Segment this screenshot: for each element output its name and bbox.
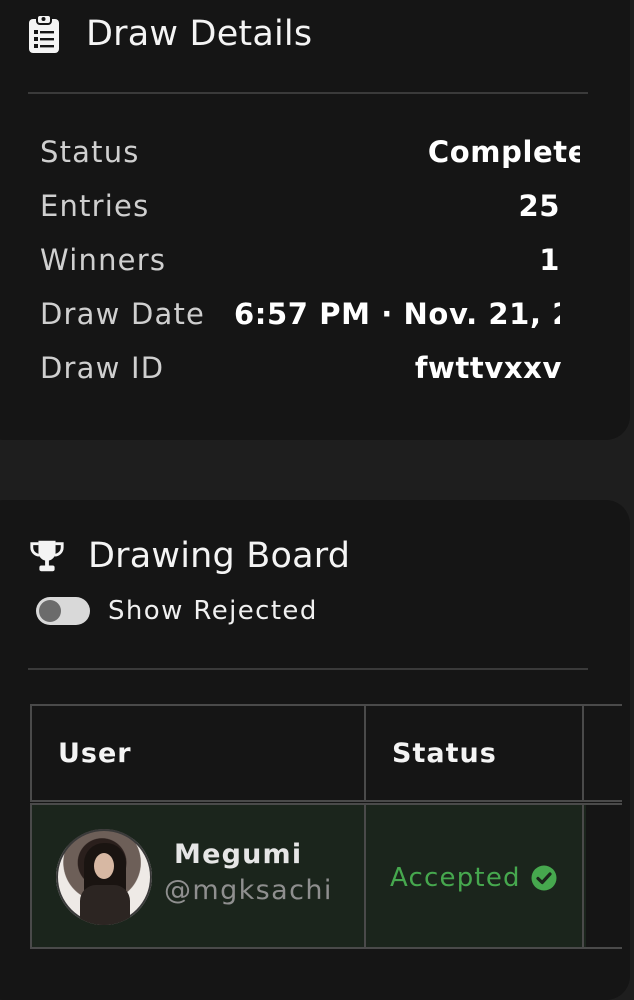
detail-value-clip: Complete [380, 131, 580, 177]
detail-value-clip: 6:57 PM · Nov. 21, 2024 [234, 293, 560, 339]
detail-row-status: Status Complete [40, 135, 580, 175]
detail-row-draw-id: Draw ID fwttvxxv [40, 351, 580, 391]
table-header-row: User Status [30, 704, 622, 802]
draw-details-card: Draw Details Status Complete Entries 25 … [0, 0, 630, 440]
check-circle-icon [531, 865, 557, 891]
column-header-user: User [58, 738, 132, 769]
drawing-board-title: Drawing Board [88, 536, 351, 576]
avatar-face [94, 853, 114, 879]
show-rejected-toggle[interactable] [36, 597, 90, 625]
detail-value-entries: 25 [518, 189, 560, 223]
detail-label: Entries [40, 189, 150, 223]
table-cell-extra [582, 803, 622, 949]
detail-label: Draw ID [40, 351, 165, 385]
clipboard-list-icon [29, 14, 59, 53]
trophy-icon [30, 540, 64, 572]
table-header-status: Status [364, 704, 584, 802]
toggle-knob [39, 600, 61, 622]
draw-details-header: Draw Details [28, 14, 312, 54]
drawing-board-card: Drawing Board Show Rejected User Status [0, 500, 630, 1000]
detail-value-winners: 1 [539, 243, 560, 277]
detail-label: Draw Date [40, 297, 206, 331]
column-header-status: Status [392, 738, 497, 769]
detail-label: Winners [40, 243, 167, 277]
detail-row-entries: Entries 25 [40, 189, 580, 229]
table-header-extra [582, 704, 622, 802]
show-rejected-label: Show Rejected [108, 596, 318, 626]
table-cell-status: Accepted [364, 803, 584, 949]
detail-row-winners: Winners 1 [40, 243, 580, 283]
draw-details-title: Draw Details [86, 14, 313, 54]
user-handle[interactable]: @mgksachi [164, 875, 333, 906]
avatar[interactable] [56, 829, 152, 925]
detail-value-draw-id: fwttvxxv [414, 351, 562, 385]
detail-label: Status [40, 135, 140, 169]
avatar-body [80, 885, 130, 925]
table-header-user: User [30, 704, 366, 802]
detail-value-draw-date: 6:57 PM · Nov. 21, 2024 [234, 297, 560, 331]
table-row[interactable]: Megumi @mgksachi Accepted [30, 803, 622, 949]
drawing-board-header: Drawing Board [28, 536, 350, 576]
detail-value-status: Complete [427, 135, 580, 169]
divider [28, 668, 588, 670]
detail-row-draw-date: Draw Date 6:57 PM · Nov. 21, 2024 [40, 297, 580, 337]
divider [28, 92, 588, 94]
user-display-name[interactable]: Megumi [174, 839, 302, 870]
status-badge: Accepted [390, 863, 557, 893]
table-cell-user: Megumi @mgksachi [30, 803, 366, 949]
status-text: Accepted [390, 863, 521, 893]
show-rejected-toggle-row[interactable]: Show Rejected [36, 596, 318, 626]
